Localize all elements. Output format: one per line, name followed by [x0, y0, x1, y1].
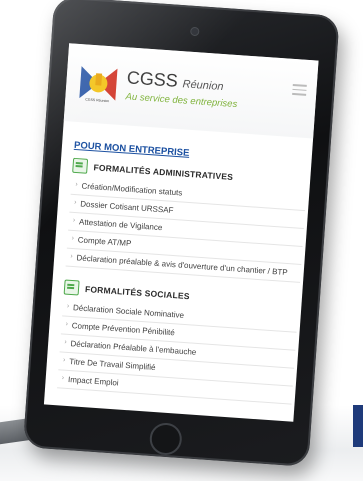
home-button[interactable] [148, 421, 183, 457]
list-item-label: Création/Modification statuts [81, 181, 183, 198]
list-item-label: Compte AT/MP [77, 235, 132, 249]
tablet-screen: CGSS Réunion CGSS Réunion Au service des… [43, 43, 319, 422]
list-item-label: Titre De Travail Simplifié [68, 357, 156, 373]
item-list: › Création/Modification statuts › Dossier … [65, 176, 307, 283]
brand-name[interactable]: CGSS Réunion [126, 67, 224, 95]
tablet-device: CGSS Réunion CGSS Réunion Au service des… [22, 0, 353, 476]
chevron-right-icon: › [64, 338, 67, 346]
list-item-label: Impact Emploi [67, 374, 119, 388]
section-title[interactable]: POUR MON ENTREPRISE [74, 140, 190, 159]
group-formalites-administratives: FORMALITÉS ADMINISTRATIVES › Création/Mod… [65, 157, 308, 283]
brand-suffix: Réunion [182, 78, 224, 94]
chevron-right-icon: › [62, 356, 66, 364]
chevron-right-icon: › [70, 252, 73, 260]
chevron-right-icon: › [71, 234, 75, 243]
hamburger-menu-icon[interactable] [292, 81, 307, 98]
chevron-right-icon: › [73, 198, 77, 207]
chevron-right-icon: › [61, 374, 65, 382]
brand-title: CGSS [126, 67, 179, 91]
document-icon [72, 157, 89, 174]
camera-icon [191, 27, 199, 36]
item-list: › Déclaration Sociale Nominative › Compte … [57, 298, 298, 405]
list-item-label: Compte Prévention Pénibilité [71, 321, 176, 338]
chevron-right-icon: › [65, 320, 69, 328]
group-label: FORMALITÉS ADMINISTRATIVES [93, 161, 234, 182]
document-icon [63, 279, 80, 296]
group-formalites-sociales: FORMALITÉS SOCIALES › Déclaration Sociale… [57, 279, 299, 405]
chevron-right-icon: › [66, 302, 70, 310]
list-item-label: Dossier Cotisant URSSAF [80, 199, 174, 215]
tablet-frame: CGSS Réunion CGSS Réunion Au service des… [22, 0, 340, 467]
cgss-logo-icon[interactable]: CGSS Réunion [77, 62, 120, 105]
group-label: FORMALITÉS SOCIALES [84, 283, 191, 301]
background-object-blue [353, 405, 363, 447]
logo-caption: CGSS Réunion [85, 98, 109, 104]
chevron-right-icon: › [75, 181, 78, 189]
chevron-right-icon: › [72, 216, 76, 225]
site-header: CGSS Réunion CGSS Réunion Au service des… [63, 43, 319, 139]
list-item-label: Attestation de Vigilance [78, 217, 163, 233]
